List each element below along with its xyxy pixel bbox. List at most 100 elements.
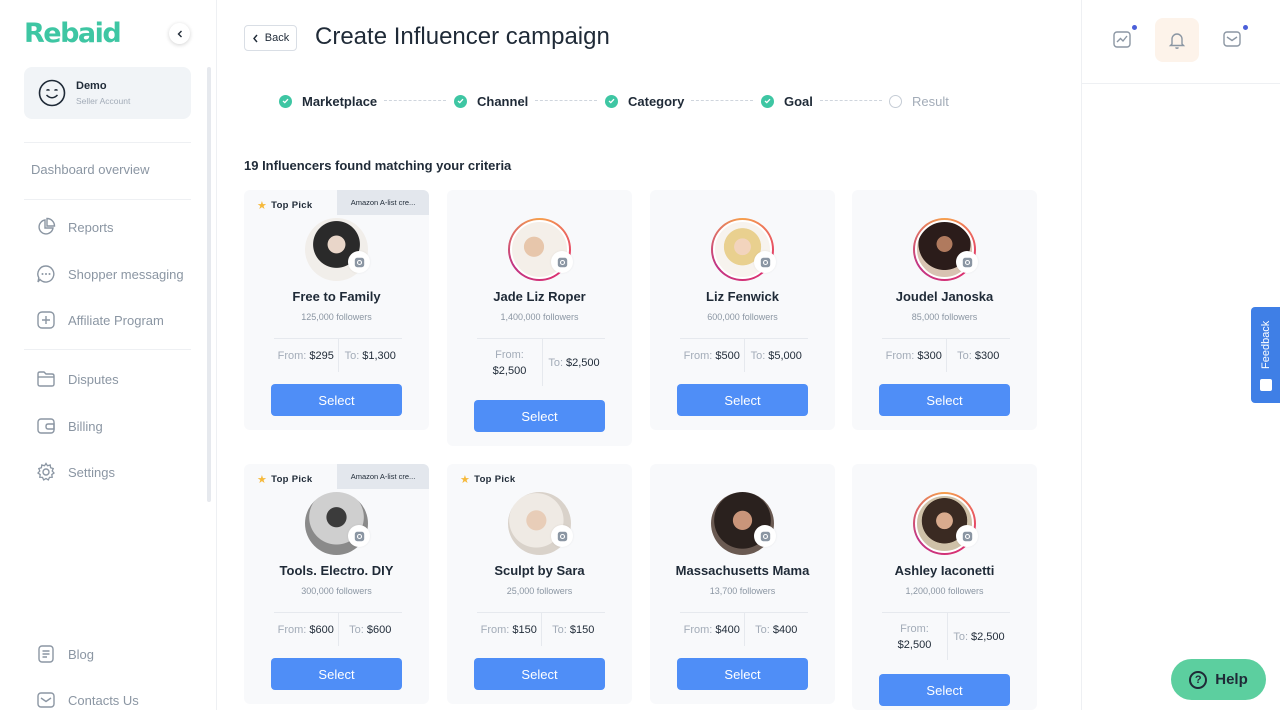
instagram-icon — [956, 525, 978, 547]
select-button[interactable]: Select — [879, 674, 1010, 706]
price-from-value: $2,500 — [897, 638, 932, 651]
influencer-name: Joudel Janoska — [895, 289, 994, 304]
step-goal[interactable]: Goal — [761, 93, 813, 109]
select-button[interactable]: Select — [879, 384, 1010, 416]
price-from-label: From: — [480, 623, 510, 636]
step-channel[interactable]: Channel — [454, 93, 528, 109]
check-circle-icon — [605, 94, 618, 108]
price-to-value: $2,500 — [566, 356, 600, 369]
step-label: Channel — [477, 93, 529, 109]
account-card[interactable]: Demo Seller Account — [24, 67, 191, 119]
empty-circle-icon — [889, 94, 902, 108]
sidebar-item-dashboard[interactable]: Dashboard overview — [31, 157, 150, 181]
influencer-name: Sculpt by Sara — [494, 563, 585, 578]
avatar[interactable] — [711, 218, 776, 281]
price-from: From: $400 — [680, 613, 745, 646]
step-connector — [820, 100, 882, 101]
sidebar-collapse-button[interactable] — [169, 23, 190, 44]
avatar[interactable] — [305, 218, 370, 281]
sidebar-item-label: Affiliate Program — [68, 312, 164, 328]
analytics-button[interactable] — [1100, 17, 1144, 61]
step-connector — [384, 100, 446, 101]
sidebar-item-contacts[interactable]: Contacts Us — [36, 688, 139, 710]
sidebar-item-blog[interactable]: Blog — [36, 642, 94, 666]
messages-button[interactable] — [1210, 17, 1254, 61]
top-pick-badge: ★ Top Pick — [257, 473, 312, 486]
back-button[interactable]: Back — [244, 25, 297, 51]
sidebar-item-label: Dashboard overview — [31, 161, 150, 177]
influencer-card: ★ Top Pick Sculpt by Sara 25,000 follower… — [447, 464, 632, 704]
app-root: Rebaid Demo Seller Account Dashboard ove… — [0, 0, 1280, 710]
avatar[interactable] — [508, 492, 573, 555]
price-range: From: $2,500 To: $2,500 — [477, 338, 605, 386]
step-label: Result — [912, 93, 949, 109]
notifications-button[interactable] — [1155, 18, 1199, 62]
select-button[interactable]: Select — [474, 658, 605, 690]
price-to: To: $2,500 — [948, 613, 1010, 660]
account-role: Seller Account — [76, 96, 131, 106]
star-icon: ★ — [460, 474, 471, 486]
avatar[interactable] — [305, 492, 370, 555]
wallet-icon — [37, 418, 55, 434]
brand-logo[interactable]: Rebaid — [24, 18, 122, 49]
price-to-label: To: — [349, 623, 364, 636]
price-to: To: $5,000 — [745, 339, 809, 372]
sidebar-scrollbar[interactable] — [207, 67, 211, 502]
sidebar: Rebaid Demo Seller Account Dashboard ove… — [0, 0, 217, 710]
price-from-value: $500 — [715, 349, 740, 362]
sidebar-item-settings[interactable]: Settings — [36, 460, 115, 484]
sidebar-item-disputes[interactable]: Disputes — [36, 367, 119, 391]
sidebar-item-affiliate-program[interactable]: Affiliate Program — [36, 308, 164, 332]
instagram-icon — [956, 251, 978, 273]
step-category[interactable]: Category — [605, 93, 684, 109]
price-from: From: $295 — [274, 339, 339, 372]
price-to-label: To: — [344, 349, 360, 362]
influencer-name: Ashley Iaconetti — [894, 563, 995, 578]
price-from-label: From: — [885, 349, 915, 362]
sidebar-item-label: Disputes — [68, 371, 119, 387]
star-icon: ★ — [257, 474, 268, 486]
avatar[interactable] — [711, 492, 776, 555]
price-to: To: $400 — [745, 613, 809, 646]
check-circle-icon — [761, 94, 774, 108]
feedback-tab[interactable]: Feedback — [1251, 307, 1280, 403]
sidebar-item-reports[interactable]: Reports — [36, 215, 114, 239]
select-button[interactable]: Select — [677, 384, 808, 416]
top-pick-badge: ★ Top Pick — [257, 199, 312, 212]
follower-count: 25,000 followers — [506, 586, 573, 596]
document-icon — [38, 645, 54, 663]
price-to-value: $600 — [366, 623, 392, 636]
avatar[interactable] — [913, 218, 978, 281]
feedback-label: Feedback — [1260, 320, 1272, 370]
sidebar-item-label: Reports — [68, 219, 114, 235]
price-from: From: $300 — [882, 339, 947, 372]
avatar[interactable] — [508, 218, 573, 281]
step-result[interactable]: Result — [889, 93, 949, 109]
help-label: Help — [1215, 671, 1248, 688]
step-marketplace[interactable]: Marketplace — [279, 93, 377, 109]
bell-icon — [1168, 33, 1186, 49]
select-button[interactable]: Select — [474, 400, 605, 432]
results-count: 19 Influencers found matching your crite… — [244, 158, 512, 173]
sidebar-item-billing[interactable]: Billing — [36, 414, 103, 438]
gear-icon — [37, 462, 55, 481]
star-icon: ★ — [257, 200, 268, 212]
follower-count: 1,400,000 followers — [500, 312, 579, 322]
price-to-value: $400 — [772, 623, 798, 636]
mail-icon — [37, 692, 55, 708]
price-from-label: From: — [683, 623, 713, 636]
price-from-label: From: — [683, 349, 713, 362]
select-button[interactable]: Select — [271, 658, 402, 690]
instagram-icon — [754, 525, 776, 547]
avatar[interactable] — [913, 492, 978, 555]
back-label: Back — [264, 32, 290, 44]
help-button[interactable]: ? Help — [1171, 659, 1266, 700]
select-button[interactable]: Select — [271, 384, 402, 416]
select-button[interactable]: Select — [677, 658, 808, 690]
price-to-value: $5,000 — [768, 349, 802, 362]
sidebar-item-shopper-messaging[interactable]: Shopper messaging — [36, 262, 184, 286]
messages-notification-dot — [1243, 25, 1248, 30]
step-connector — [535, 100, 597, 101]
smiley-avatar-icon — [38, 79, 66, 107]
price-from-value: $400 — [715, 623, 740, 636]
